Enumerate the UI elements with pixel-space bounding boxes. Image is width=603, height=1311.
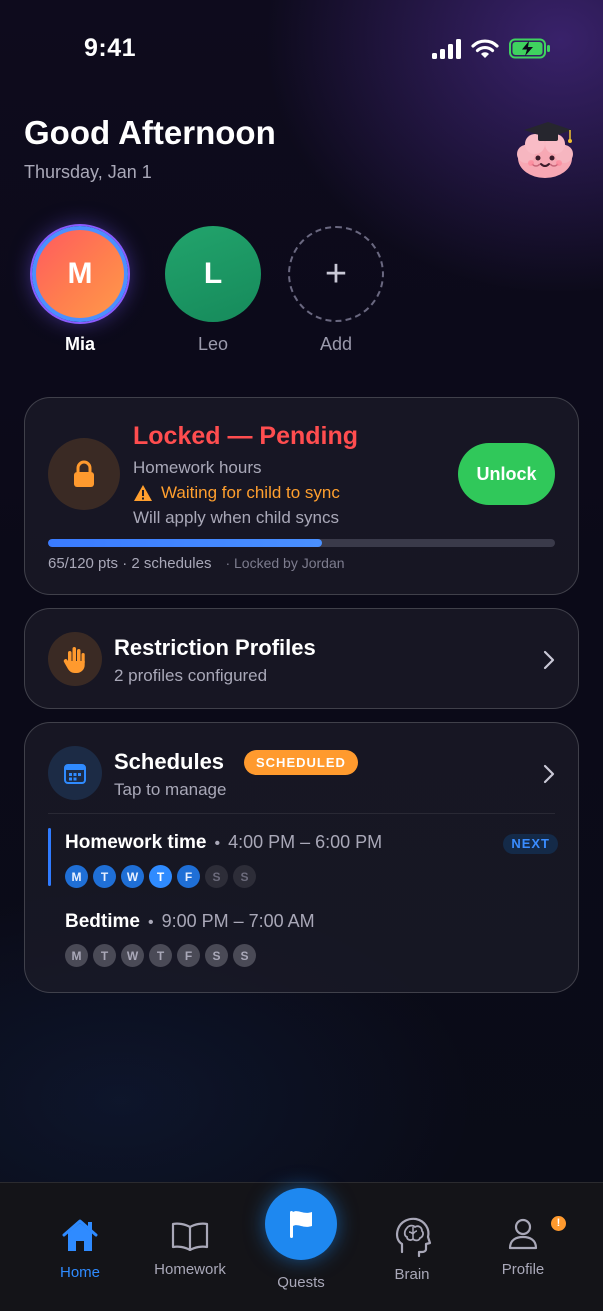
points-progress-fill <box>48 539 322 547</box>
calendar-icon-badge <box>48 746 102 800</box>
child-avatar-leo[interactable]: L Leo <box>165 226 261 355</box>
hand-icon <box>63 647 85 673</box>
schedule-days: M T W T F S S <box>65 865 256 888</box>
child-avatar-mia[interactable]: M Mia <box>32 226 128 355</box>
battery-charging-icon <box>509 38 550 59</box>
schedules-card[interactable]: Schedules SCHEDULED Tap to manage Homewo… <box>24 722 579 993</box>
flag-icon <box>290 1211 312 1238</box>
brain-icon <box>395 1217 432 1258</box>
status-time: 9:41 <box>84 34 137 62</box>
day-chip: S <box>233 865 256 888</box>
sync-warning: Waiting for child to sync <box>133 483 340 503</box>
status-bar: 9:41 <box>0 0 603 96</box>
day-chip: W <box>121 944 144 967</box>
restriction-profiles-card[interactable]: Restriction Profiles 2 profiles configur… <box>24 608 579 709</box>
scheduled-badge: SCHEDULED <box>244 750 358 775</box>
day-chip: T <box>93 865 116 888</box>
current-date: Thursday, Jan 1 <box>24 162 152 182</box>
day-chip: S <box>205 944 228 967</box>
restriction-profiles-title: Restriction Profiles <box>114 635 316 660</box>
day-chip: T <box>149 944 172 967</box>
sync-warning-text: Waiting for child to sync <box>161 483 340 502</box>
lock-status-title: Locked — Pending <box>133 422 359 450</box>
child-name: Mia <box>64 334 95 354</box>
day-chip: S <box>233 944 256 967</box>
lock-status-card: Locked — Pending Homework hours Waiting … <box>24 397 579 595</box>
locked-by: · Locked by Jordan <box>225 555 345 571</box>
quests-button[interactable] <box>265 1188 337 1260</box>
next-badge: NEXT <box>503 834 558 854</box>
avatar-initial: M <box>32 226 128 322</box>
avatar-initial: L <box>165 226 261 322</box>
separator: • <box>214 835 221 852</box>
plus-icon: + <box>288 226 384 322</box>
tab-label: Homework <box>154 1261 226 1278</box>
add-child-button[interactable]: + Add <box>288 226 384 355</box>
bottom-tab-bar: Home Homework Quests Brain ! Profile <box>0 1182 603 1311</box>
tab-label: Home <box>59 1264 100 1281</box>
day-chip: M <box>65 865 88 888</box>
person-icon <box>508 1218 538 1250</box>
lock-meta: 65/120 pts · 2 schedules · Locked by Jor… <box>48 555 345 572</box>
points-progress-bar <box>48 539 555 547</box>
points-schedules-count: 65/120 pts · 2 schedules <box>48 555 212 572</box>
separator: • <box>147 914 154 931</box>
mascot-brain-icon[interactable] <box>512 116 578 180</box>
tab-label: Profile <box>501 1261 545 1278</box>
chevron-right-icon <box>543 764 555 784</box>
child-name: Leo <box>197 334 229 354</box>
schedule-line: Homework time • 4:00 PM – 6:00 PM <box>65 832 382 854</box>
active-schedule-indicator <box>48 828 51 886</box>
home-icon <box>62 1219 98 1251</box>
day-chip: T <box>93 944 116 967</box>
day-chip: F <box>177 944 200 967</box>
schedule-name: Bedtime <box>65 911 140 932</box>
schedules-title: Schedules <box>114 749 225 774</box>
chevron-right-icon <box>543 650 555 670</box>
schedule-line: Bedtime • 9:00 PM – 7:00 AM <box>65 911 315 933</box>
lock-schedule-name: Homework hours <box>133 458 262 477</box>
day-chip: F <box>177 865 200 888</box>
day-chip: M <box>65 944 88 967</box>
calendar-icon <box>64 764 86 784</box>
tab-label: Quests <box>277 1274 325 1291</box>
greeting-title: Good Afternoon <box>24 114 276 151</box>
schedule-days: M T W T F S S <box>65 944 256 967</box>
apply-note: Will apply when child syncs <box>133 508 339 527</box>
lock-icon-badge <box>48 438 120 510</box>
hand-icon-badge <box>48 632 102 686</box>
cellular-signal-icon <box>432 39 462 59</box>
day-chip: S <box>205 865 228 888</box>
notification-badge: ! <box>551 1216 566 1231</box>
tab-label: Brain <box>394 1266 430 1283</box>
restriction-profiles-count: 2 profiles configured <box>114 666 268 685</box>
unlock-button[interactable]: Unlock <box>458 443 555 505</box>
book-icon <box>171 1222 209 1251</box>
schedules-hint: Tap to manage <box>114 780 227 799</box>
divider <box>48 813 555 814</box>
warning-icon <box>134 485 152 501</box>
lock-icon <box>74 460 94 487</box>
day-chip: W <box>121 865 144 888</box>
schedule-time: 9:00 PM – 7:00 AM <box>161 911 315 931</box>
wifi-icon <box>471 39 499 58</box>
schedule-name: Homework time <box>65 832 207 853</box>
schedule-time: 4:00 PM – 6:00 PM <box>228 832 383 852</box>
child-name: Add <box>319 334 353 354</box>
day-chip-today: T <box>149 865 172 888</box>
